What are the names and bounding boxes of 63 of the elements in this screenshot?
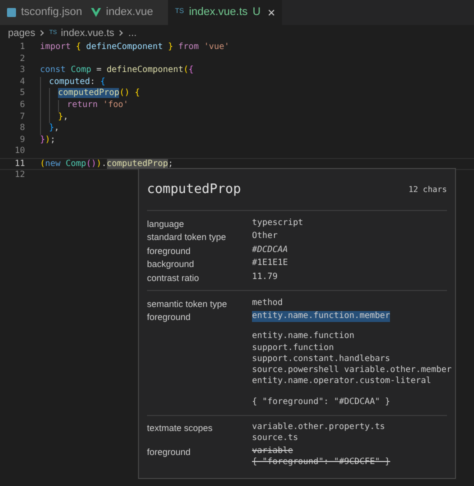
property-label: contrast ratio (147, 272, 200, 284)
line-number: 1 (18, 42, 25, 54)
breadcrumb-item[interactable]: index.vue.ts (60, 26, 114, 40)
code-line: return 'foo' (67, 100, 128, 112)
property-label: foreground (147, 311, 192, 324)
line-number: 11 (14, 158, 25, 169)
property-value: { "foreground": "#DCDCAA" } (252, 396, 390, 408)
v-logo-icon (91, 8, 101, 17)
line-number: 3 (18, 65, 25, 77)
code-line: }, (58, 112, 68, 124)
property-value: method (252, 298, 283, 309)
property-value: Other (252, 231, 278, 242)
property-label: foreground (147, 446, 192, 460)
property-value: source.ts (252, 433, 298, 445)
line-number: 6 (18, 100, 25, 112)
code-line: const Comp = defineComponent({ (40, 65, 194, 77)
code-line: computedProp() { (58, 88, 140, 100)
token-title: computedProp (147, 180, 241, 199)
breadcrumb-item[interactable]: ... (128, 26, 137, 40)
file-icon (7, 8, 16, 17)
property-value: { "foreground": "#9CDCFE" } (252, 457, 390, 469)
property-label: language (147, 218, 186, 230)
status-letter: U (252, 5, 261, 20)
tab-label: index.vue (106, 5, 154, 20)
property-label: semantic token type (147, 298, 228, 310)
code-line: }); (40, 134, 56, 146)
line-number: 2 (18, 54, 25, 66)
property-value: #DCDCAA (252, 244, 288, 256)
line-number: 12 (14, 170, 25, 182)
property-value: source.powershell variable.other.member (252, 365, 452, 376)
code-line: }, (49, 123, 60, 135)
property-label: background (147, 258, 196, 270)
property-value: support.constant.handlebars (252, 354, 390, 366)
chevron-icon (38, 30, 44, 36)
line-number: 10 (14, 146, 25, 158)
property-label: foreground (147, 244, 192, 256)
property-label: standard token type (147, 231, 228, 243)
property-value: variable (252, 446, 293, 458)
tab-label: tsconfig.json (21, 5, 82, 20)
property-value: entity.name.function.member (252, 311, 390, 322)
property-label: textmate scopes (147, 422, 214, 436)
property-value: typescript (252, 218, 304, 229)
char-count: 12 chars (408, 184, 447, 196)
editor-tab[interactable]: index.vue (84, 0, 168, 25)
line-number: 4 (18, 76, 25, 88)
line-number: 8 (18, 123, 25, 135)
editor-tab[interactable]: tsconfig.json (0, 0, 84, 25)
line-number: 9 (18, 134, 25, 146)
code-line: import { defineComponent } from 'vue' (40, 42, 230, 54)
code-line: (new Comp()).computedProp; (40, 158, 174, 169)
property-value: variable.other.property.ts (252, 422, 386, 434)
code-line: computed: { (49, 76, 106, 88)
line-number: 5 (18, 88, 25, 100)
tab-label: index.vue.ts (188, 5, 248, 20)
chevron-icon (117, 30, 124, 36)
close-icon[interactable]: × (268, 2, 276, 22)
property-value: support.function (252, 342, 334, 354)
property-value: entity.name.function (252, 331, 354, 343)
property-value: #1E1E1E (252, 258, 288, 270)
property-value: 11.79 (252, 272, 278, 283)
breadcrumb-item[interactable]: pages (8, 26, 36, 40)
property-value: entity.name.operator.custom-literal (252, 376, 432, 388)
line-number: 7 (18, 112, 25, 124)
